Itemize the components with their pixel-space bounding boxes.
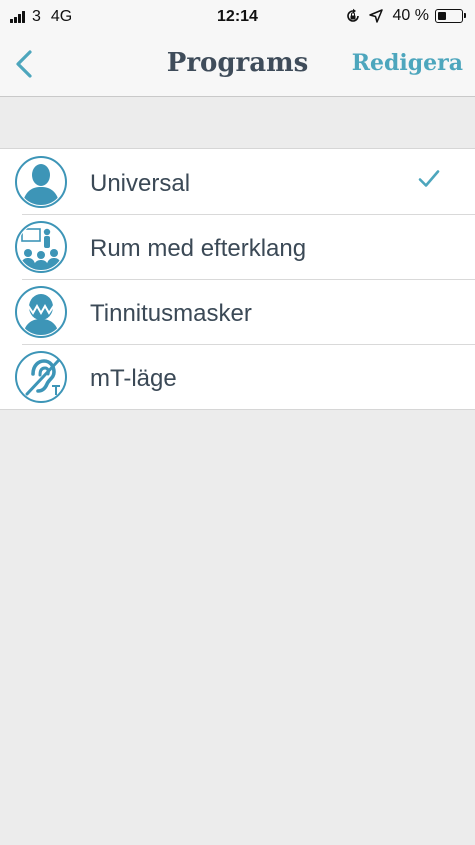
- program-label: Tinnitusmasker: [90, 300, 252, 327]
- status-bar: 3 4G 12:14 40 %: [0, 0, 475, 34]
- program-list: Universal Rum med efterklang Tinnitusmas…: [0, 148, 475, 410]
- program-label: mT-läge: [90, 365, 177, 392]
- status-right: 40 %: [345, 7, 466, 25]
- battery-icon: [435, 9, 466, 23]
- tinnitus-head-icon: [15, 286, 67, 338]
- checkmark-icon: [418, 170, 440, 187]
- person-head-icon: [15, 156, 67, 208]
- program-row-tinnitus[interactable]: Tinnitusmasker: [0, 279, 475, 344]
- program-label: Rum med efterklang: [90, 235, 307, 262]
- battery-nub: [464, 13, 466, 18]
- program-label: Universal: [90, 170, 191, 197]
- navigation-bar: Programs Redigera: [0, 34, 475, 97]
- program-row-mt-mode[interactable]: mT-läge: [0, 344, 475, 409]
- program-row-universal[interactable]: Universal: [0, 149, 475, 214]
- battery-percent: 40 %: [392, 7, 429, 24]
- hearing-loop-icon: [15, 351, 67, 403]
- rotation-lock-icon: [346, 8, 359, 22]
- location-arrow-icon: [368, 9, 383, 23]
- edit-button[interactable]: Redigera: [352, 50, 463, 76]
- program-row-reverberant-room[interactable]: Rum med efterklang: [0, 214, 475, 279]
- battery-fill: [438, 12, 446, 20]
- meeting-room-icon: [15, 221, 67, 273]
